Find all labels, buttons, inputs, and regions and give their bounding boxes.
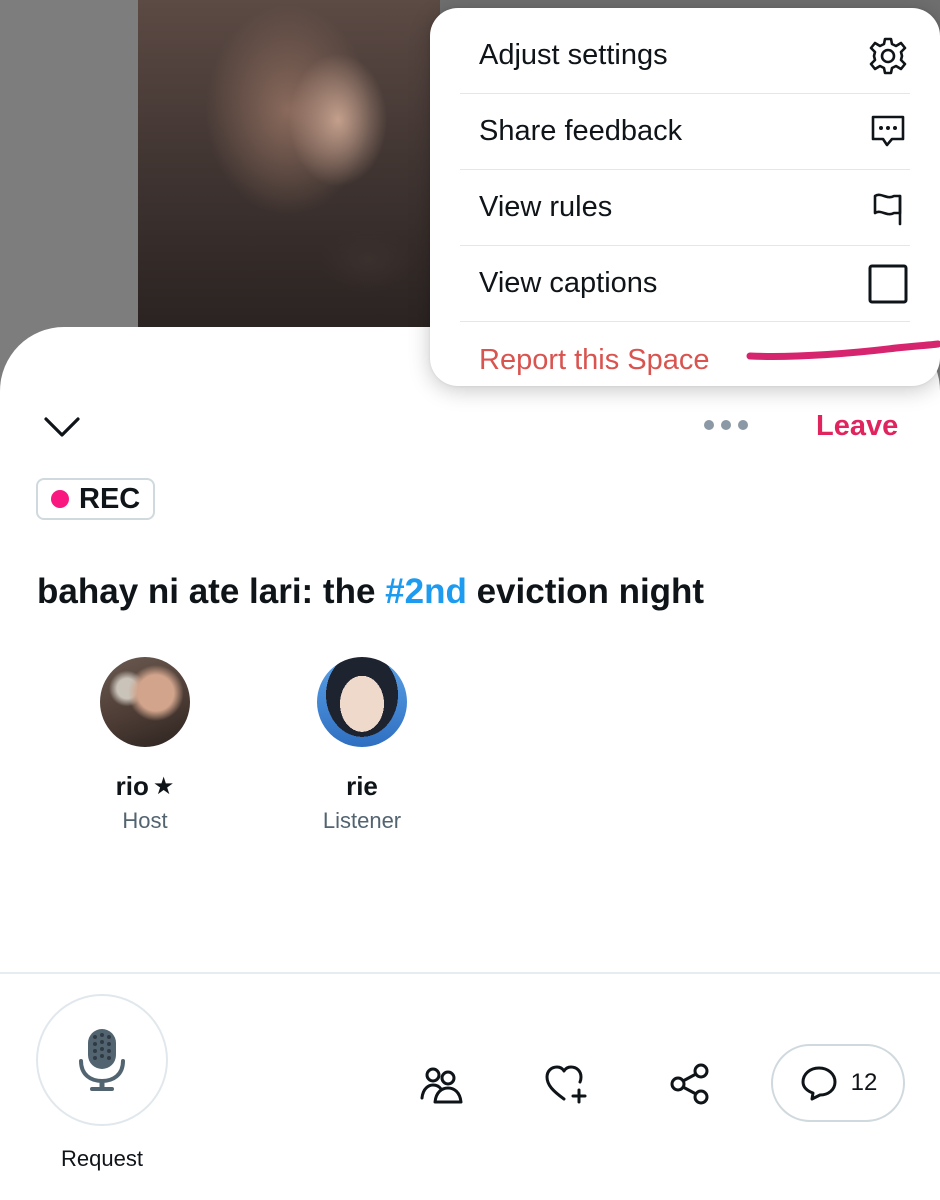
menu-item-label: Adjust settings [479, 39, 668, 71]
rec-badge: REC [36, 478, 156, 520]
speaker-video [138, 0, 440, 330]
participant-name: rie [346, 771, 378, 801]
participant-listener[interactable]: rie Listener [287, 657, 437, 834]
menu-item-share-feedback[interactable]: Share feedback [460, 94, 910, 170]
participants-button[interactable] [417, 1060, 465, 1108]
react-button[interactable] [542, 1060, 590, 1108]
more-dot [738, 420, 748, 430]
participant-host[interactable]: rio ★ Host [70, 657, 220, 834]
chevron-down-icon [44, 417, 80, 437]
space-options-menu: Adjust settings Share feedback View rule… [430, 8, 940, 386]
request-label: Request [61, 1146, 143, 1171]
more-options-button[interactable] [692, 405, 760, 445]
more-dot [721, 420, 731, 430]
leave-button[interactable]: Leave [806, 404, 908, 448]
space-title-hashtag[interactable]: #2nd [385, 572, 467, 611]
menu-item-report-space[interactable]: Report this Space [460, 322, 940, 398]
gear-icon [869, 37, 907, 74]
avatar [317, 657, 407, 747]
space-title: bahay ni ate lari: the #2nd eviction nig… [37, 568, 907, 616]
people-icon [420, 1067, 463, 1104]
menu-item-adjust-settings[interactable]: Adjust settings [460, 18, 910, 94]
menu-item-label: View captions [479, 267, 658, 299]
menu-item-label: Report this Space [479, 343, 710, 376]
microphone-icon [79, 1029, 125, 1091]
collapse-button[interactable] [36, 400, 88, 452]
participant-role: Host [122, 808, 168, 833]
menu-item-label: Share feedback [479, 115, 683, 147]
highlight-scribble [746, 340, 940, 360]
host-star-icon: ★ [152, 773, 175, 800]
space-title-text: eviction night [466, 572, 705, 611]
heart-plus-icon [545, 1065, 587, 1104]
avatar [100, 657, 190, 747]
menu-item-label: View rules [479, 191, 613, 223]
space-title-text: bahay ni ate lari: the [37, 572, 386, 611]
participant-name: rio [115, 771, 149, 801]
request-mic-button[interactable] [36, 994, 168, 1126]
checkbox-icon [868, 264, 908, 303]
share-icon [670, 1063, 709, 1105]
recording-dot-icon [51, 490, 69, 508]
comments-count: 12 [850, 1069, 878, 1096]
participant-role: Listener [322, 808, 402, 833]
feedback-icon [871, 115, 905, 146]
comments-button[interactable]: 12 [771, 1044, 905, 1122]
more-dot [704, 420, 714, 430]
share-button[interactable] [666, 1060, 714, 1108]
captions-checkbox[interactable] [866, 262, 910, 306]
bottom-divider [0, 972, 940, 974]
flag-icon [873, 193, 902, 225]
menu-item-view-rules[interactable]: View rules [460, 170, 910, 246]
comment-icon [801, 1066, 837, 1101]
rec-label: REC [79, 482, 141, 515]
menu-item-view-captions[interactable]: View captions [460, 246, 910, 322]
